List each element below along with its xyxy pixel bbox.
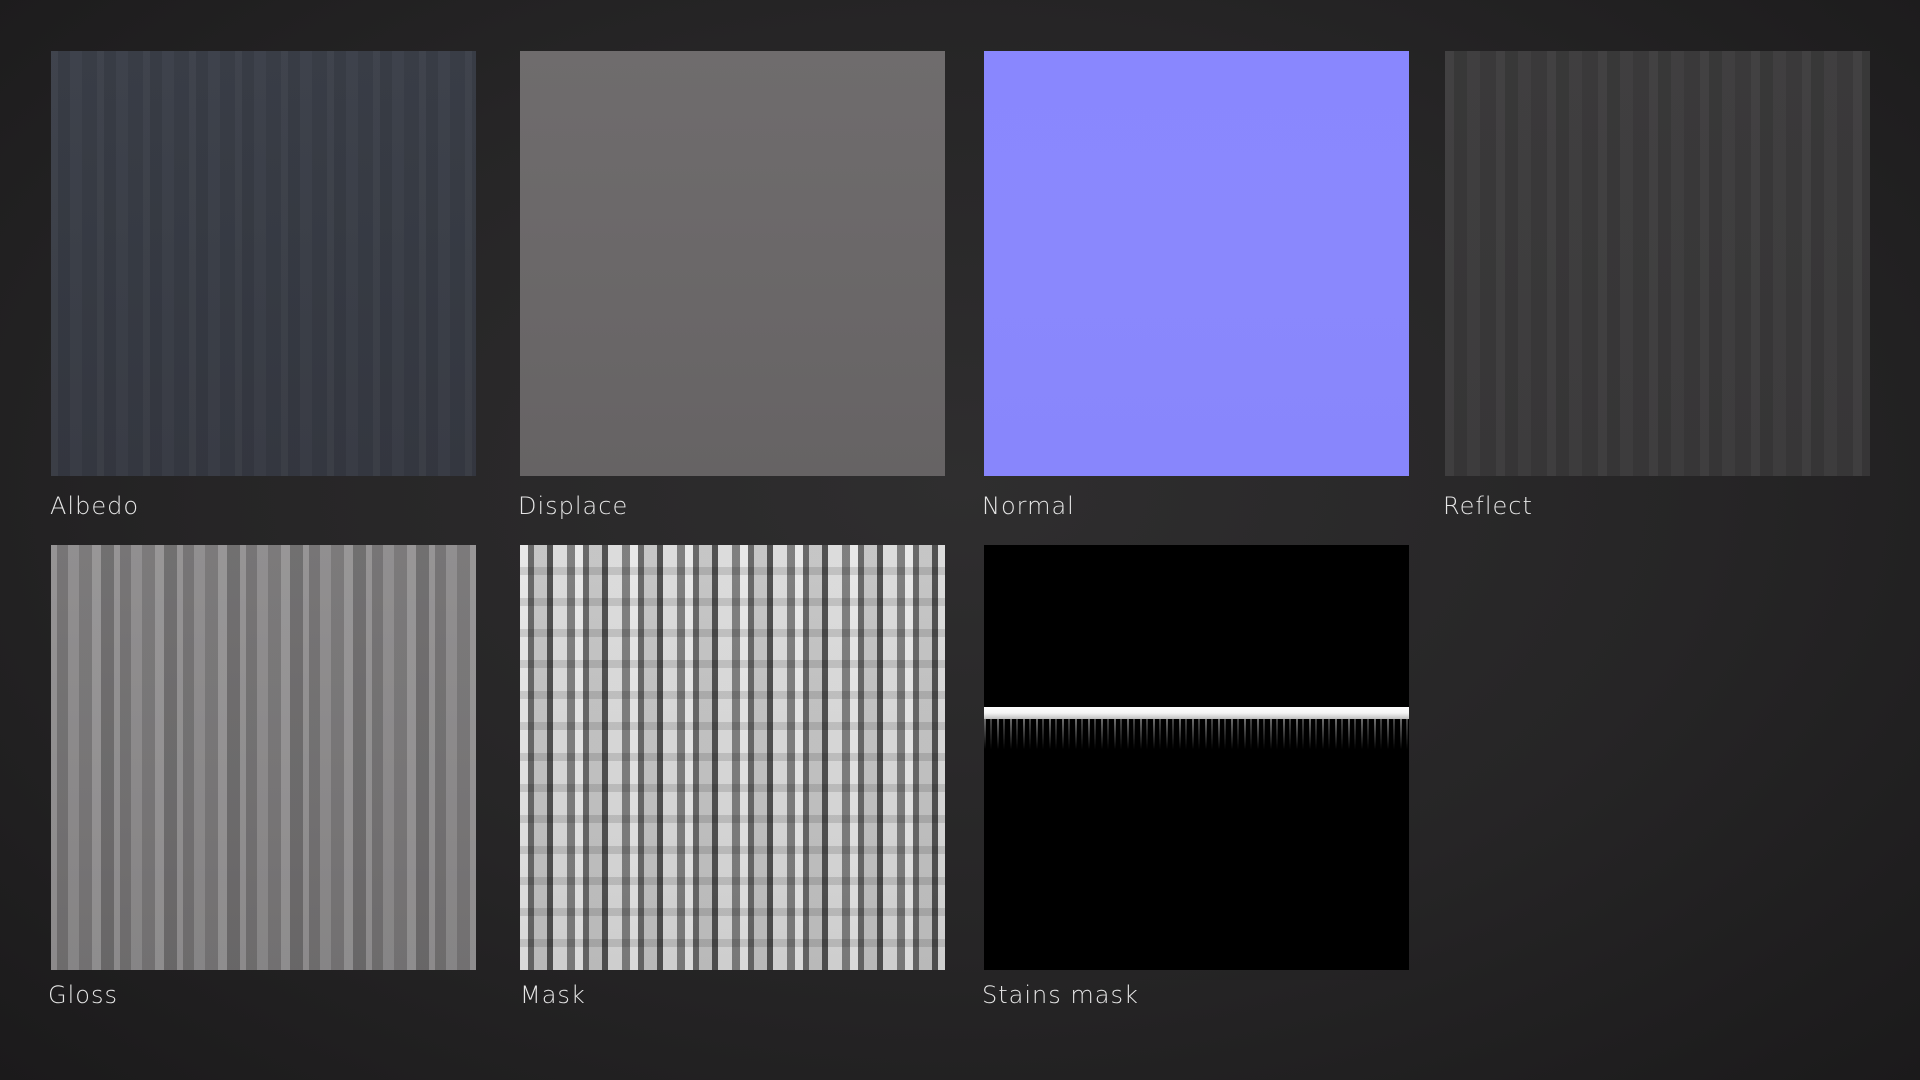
displace-map-label: Displace (518, 492, 629, 520)
stain-band (984, 707, 1409, 719)
texture-maps-sheet: { "maps": [ {"label": "Albedo", "texture… (0, 0, 1920, 1080)
reflect-map-label: Reflect (1443, 492, 1533, 520)
stains-mask-map-label: Stains mask (982, 981, 1139, 1009)
displace-map-swatch (520, 51, 945, 476)
gloss-map-label: Gloss (48, 981, 118, 1009)
stains-mask-map-swatch (984, 545, 1409, 970)
reflect-map-swatch (1445, 51, 1870, 476)
normal-map-label: Normal (982, 492, 1075, 520)
albedo-map-label: Albedo (50, 492, 140, 520)
stain-drips (984, 719, 1409, 749)
normal-map-swatch (984, 51, 1409, 476)
albedo-map-swatch (51, 51, 476, 476)
mask-map-label: Mask (520, 981, 586, 1009)
gloss-map-swatch (51, 545, 476, 970)
mask-map-swatch (520, 545, 945, 970)
